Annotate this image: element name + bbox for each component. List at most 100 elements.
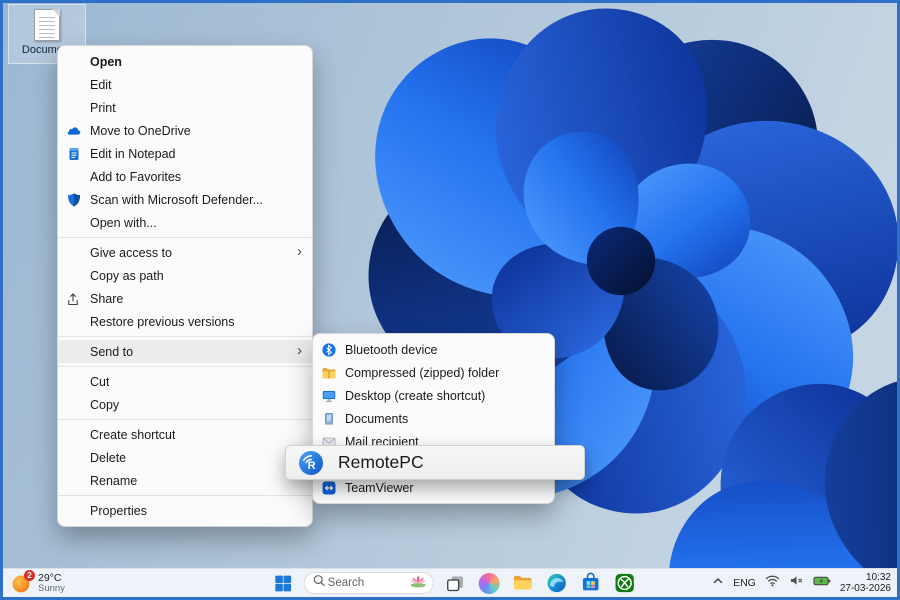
- weather-widget[interactable]: 2 29°C Sunny: [11, 569, 65, 597]
- menu-item-label: Copy as path: [90, 269, 164, 283]
- menu-item-label: Delete: [90, 451, 126, 465]
- tray-date: 27-03-2026: [840, 583, 891, 594]
- menu-item-edit[interactable]: Edit: [58, 73, 312, 96]
- bluetooth-icon: [321, 342, 337, 358]
- copilot-button[interactable]: [476, 570, 502, 596]
- remotepc-menu-item-magnified[interactable]: R RemotePC: [285, 445, 585, 480]
- menu-item-documents[interactable]: Documents: [313, 407, 554, 430]
- start-button[interactable]: [270, 570, 296, 596]
- no-icon: [66, 54, 82, 70]
- search-input[interactable]: [326, 576, 396, 590]
- menu-item-share[interactable]: Share: [58, 287, 312, 310]
- menu-item-label: Create shortcut: [90, 428, 175, 442]
- menu-item-print[interactable]: Print: [58, 96, 312, 119]
- menu-separator: [58, 366, 312, 367]
- defender-shield-icon: [66, 192, 82, 208]
- system-tray: ENG 10:32 27-03-2026: [712, 569, 891, 597]
- notification-badge: 2: [24, 570, 35, 581]
- battery-charging-icon[interactable]: [813, 574, 831, 592]
- no-icon: [66, 503, 82, 519]
- no-icon: [66, 450, 82, 466]
- menu-item-label: Open: [90, 55, 122, 69]
- menu-item-properties[interactable]: Properties: [58, 499, 312, 522]
- no-icon: [66, 268, 82, 284]
- no-icon: [66, 473, 82, 489]
- file-explorer-icon: [512, 572, 534, 594]
- menu-item-open-with[interactable]: Open with...: [58, 211, 312, 234]
- share-icon: [66, 291, 82, 307]
- menu-item-label: Print: [90, 101, 116, 115]
- language-indicator[interactable]: ENG: [733, 577, 756, 589]
- menu-item-label: Restore previous versions: [90, 315, 235, 329]
- onedrive-cloud-icon: [66, 123, 82, 139]
- menu-item-label: Share: [90, 292, 123, 306]
- search-box[interactable]: [304, 572, 434, 594]
- menu-item-label: Move to OneDrive: [90, 124, 191, 138]
- file-explorer-button[interactable]: [510, 570, 536, 596]
- menu-item-send-to[interactable]: Send to›: [58, 340, 312, 363]
- no-icon: [66, 374, 82, 390]
- menu-item-copy-as-path[interactable]: Copy as path: [58, 264, 312, 287]
- chevron-up-icon[interactable]: [712, 574, 724, 592]
- documents-icon: [321, 411, 337, 427]
- wifi-icon[interactable]: [765, 574, 780, 592]
- menu-item-edit-in-notepad[interactable]: Edit in Notepad: [58, 142, 312, 165]
- menu-item-copy[interactable]: Copy: [58, 393, 312, 416]
- menu-item-label: Copy: [90, 398, 119, 412]
- microsoft-store-button[interactable]: [578, 570, 604, 596]
- menu-item-move-to-onedrive[interactable]: Move to OneDrive: [58, 119, 312, 142]
- menu-item-scan-with-microsoft-defender[interactable]: Scan with Microsoft Defender...: [58, 188, 312, 211]
- search-icon: [313, 574, 326, 592]
- notepad-icon: [66, 146, 82, 162]
- menu-item-label: Rename: [90, 474, 137, 488]
- menu-item-cut[interactable]: Cut: [58, 370, 312, 393]
- menu-item-label: Compressed (zipped) folder: [345, 366, 499, 380]
- menu-item-label: Give access to: [90, 246, 172, 260]
- no-icon: [66, 245, 82, 261]
- menu-separator: [58, 419, 312, 420]
- menu-item-bluetooth-device[interactable]: Bluetooth device: [313, 338, 554, 361]
- task-view-button[interactable]: [442, 570, 468, 596]
- clock[interactable]: 10:32 27-03-2026: [840, 572, 891, 594]
- windows-start-icon: [272, 573, 293, 594]
- no-icon: [66, 314, 82, 330]
- taskbar: 2 29°C Sunny ENG 10:32 27-03-2026: [3, 568, 897, 597]
- no-icon: [66, 77, 82, 93]
- edge-button[interactable]: [544, 570, 570, 596]
- menu-item-label: Scan with Microsoft Defender...: [90, 193, 263, 207]
- menu-item-label: Properties: [90, 504, 147, 518]
- teamviewer-icon: [321, 480, 337, 496]
- chevron-right-icon: ›: [297, 244, 302, 261]
- menu-item-create-shortcut[interactable]: Create shortcut: [58, 423, 312, 446]
- tray-time: 10:32: [866, 572, 891, 583]
- xbox-button[interactable]: [612, 570, 638, 596]
- menu-item-label: Desktop (create shortcut): [345, 389, 485, 403]
- context-menu: Open Edit Print Move to OneDrive Edit in Not…: [57, 45, 313, 527]
- menu-item-label: Edit in Notepad: [90, 147, 175, 161]
- no-icon: [66, 215, 82, 231]
- svg-text:R: R: [308, 460, 316, 472]
- menu-item-delete[interactable]: Delete: [58, 446, 312, 469]
- no-icon: [66, 427, 82, 443]
- menu-item-label: Edit: [90, 78, 112, 92]
- volume-muted-icon[interactable]: [789, 574, 804, 592]
- task-view-icon: [444, 573, 465, 594]
- no-icon: [66, 100, 82, 116]
- menu-item-add-to-favorites[interactable]: Add to Favorites: [58, 165, 312, 188]
- menu-item-label: Bluetooth device: [345, 343, 437, 357]
- no-icon: [66, 169, 82, 185]
- desktop-monitor-icon: [321, 388, 337, 404]
- weather-condition: Sunny: [38, 584, 65, 594]
- menu-item-compressed-zipped-folder[interactable]: Compressed (zipped) folder: [313, 361, 554, 384]
- menu-item-rename[interactable]: Rename: [58, 469, 312, 492]
- menu-item-restore-previous-versions[interactable]: Restore previous versions: [58, 310, 312, 333]
- remotepc-label: RemotePC: [338, 452, 424, 473]
- chevron-right-icon: ›: [297, 343, 302, 360]
- menu-item-desktop-create-shortcut[interactable]: Desktop (create shortcut): [313, 384, 554, 407]
- menu-item-open[interactable]: Open: [58, 50, 312, 73]
- remotepc-icon: R: [298, 450, 324, 476]
- menu-item-label: Documents: [345, 412, 408, 426]
- sun-icon: [11, 581, 32, 598]
- menu-item-label: Cut: [90, 375, 109, 389]
- menu-item-give-access-to[interactable]: Give access to ›: [58, 241, 312, 264]
